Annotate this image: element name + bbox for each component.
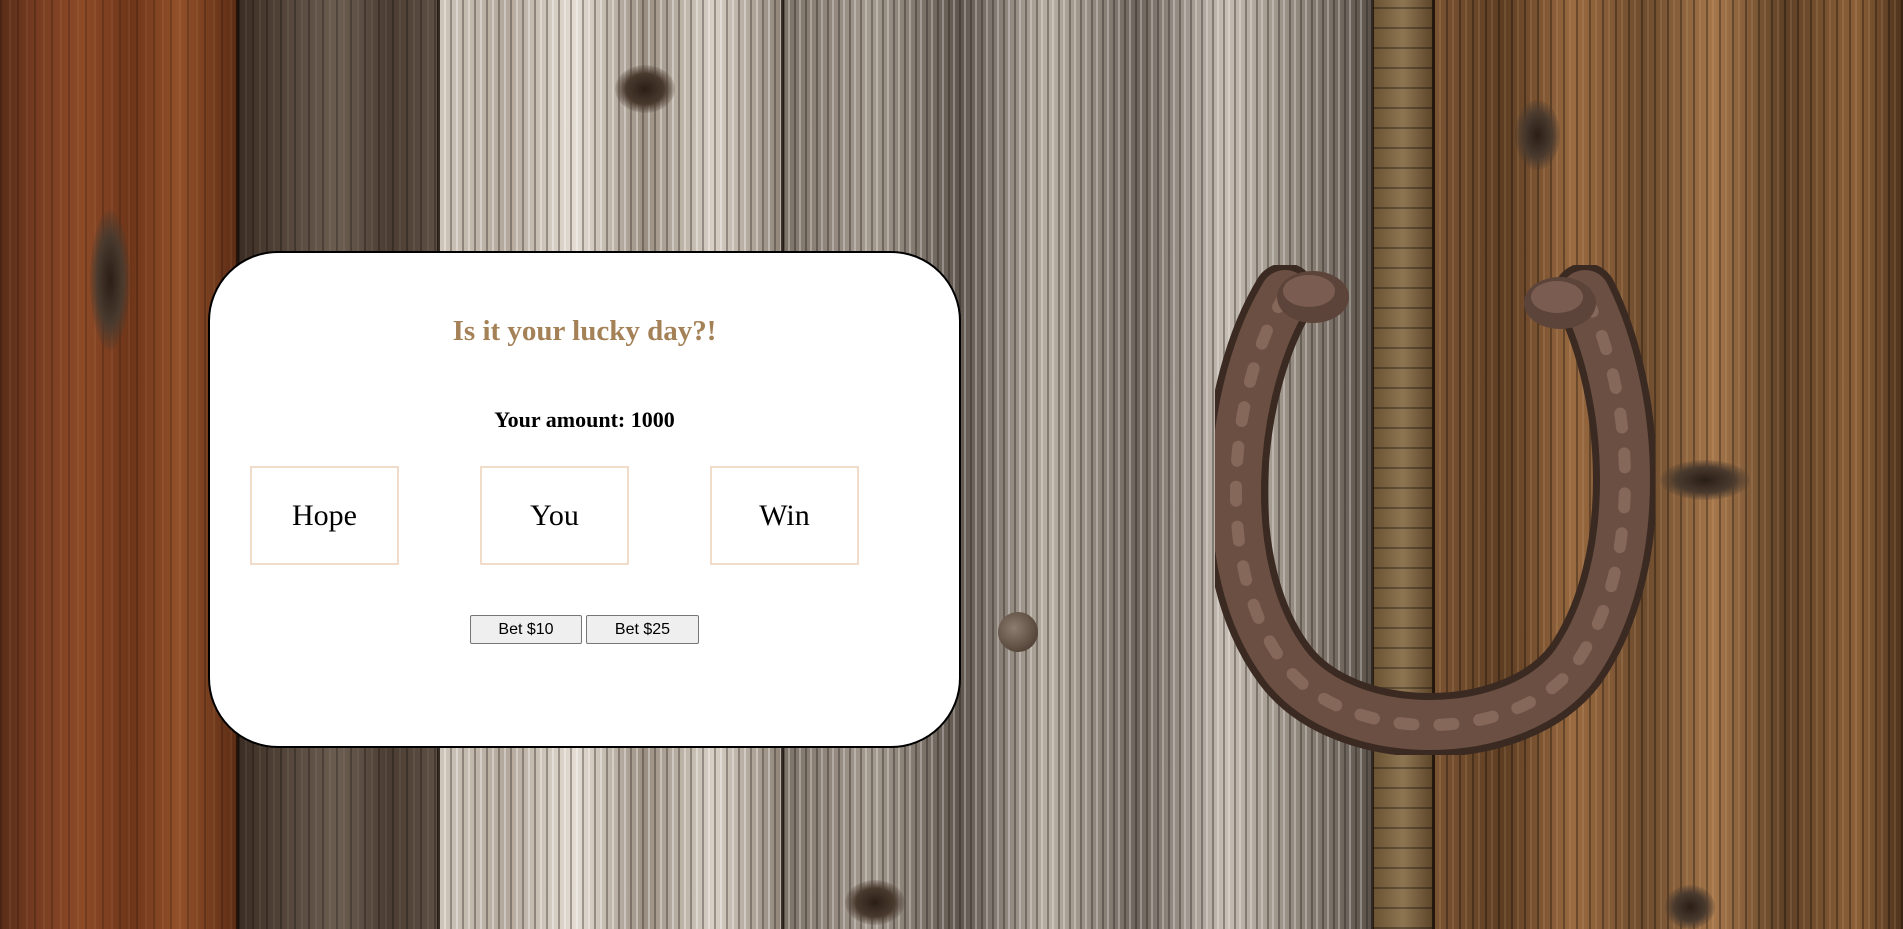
- wood-knot: [90, 210, 130, 350]
- horseshoe-icon: [1215, 265, 1655, 755]
- game-card: Is it your lucky day?! Your amount: 1000…: [208, 251, 961, 748]
- wood-knot: [615, 65, 675, 113]
- bet-25-button[interactable]: Bet $25: [586, 615, 699, 644]
- bet-10-button[interactable]: Bet $10: [470, 615, 582, 644]
- wood-knot: [845, 880, 905, 925]
- slot-reel-1: Hope: [250, 466, 399, 565]
- wood-knot: [1665, 885, 1715, 929]
- slot-reel-3: Win: [710, 466, 859, 565]
- wood-knot: [1515, 100, 1560, 170]
- bet-controls: Bet $10 Bet $25: [210, 615, 959, 644]
- amount-display: Your amount: 1000: [210, 407, 959, 433]
- slot-reel-2: You: [480, 466, 629, 565]
- amount-value: 1000: [630, 407, 675, 432]
- nail-head-icon: [998, 612, 1038, 652]
- wood-plank: [0, 0, 238, 929]
- game-title: Is it your lucky day?!: [452, 315, 717, 347]
- amount-label: Your amount:: [494, 407, 631, 432]
- wood-knot: [1660, 460, 1750, 500]
